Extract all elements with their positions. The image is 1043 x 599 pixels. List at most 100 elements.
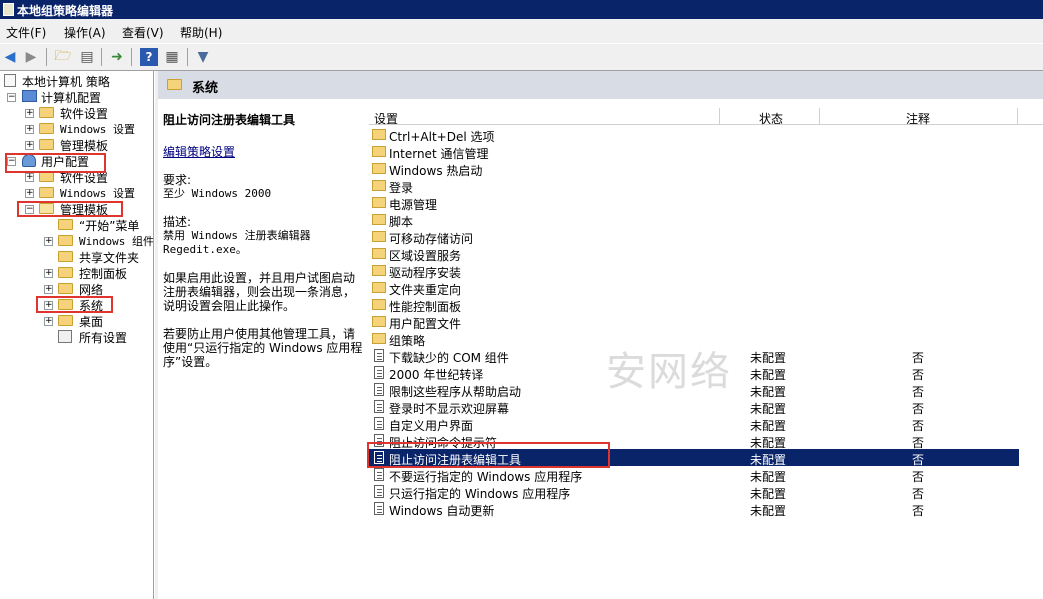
tree-label: 计算机配置 xyxy=(41,91,102,105)
list-item-policy[interactable]: 登录时不显示欢迎屏幕 未配置否 xyxy=(369,398,1019,416)
tree-label: 软件设置 xyxy=(60,107,109,121)
collapse-icon[interactable]: − xyxy=(25,205,34,214)
folder-icon xyxy=(372,197,386,208)
tree-label: 所有设置 xyxy=(79,331,128,345)
folder-icon xyxy=(372,316,386,327)
list-item-folder[interactable]: Windows 热启动 xyxy=(369,160,1019,178)
toolbar-separator xyxy=(101,48,102,66)
user-icon xyxy=(22,154,36,167)
list-item-folder[interactable]: 电源管理 xyxy=(369,194,1019,212)
policy-setting-icon xyxy=(374,451,384,464)
expand-icon[interactable]: + xyxy=(25,109,34,118)
description-line-2: Regedit.exe。 xyxy=(163,243,247,256)
tree-label: 共享文件夹 xyxy=(79,251,140,265)
help-icon[interactable]: ? xyxy=(140,48,158,66)
expand-icon[interactable]: + xyxy=(44,269,53,278)
properties-icon[interactable]: ▦ xyxy=(163,48,181,66)
folder-icon xyxy=(372,146,386,157)
policy-setting-icon xyxy=(374,417,384,430)
policy-setting-icon xyxy=(374,383,384,396)
policy-setting-icon xyxy=(374,400,384,413)
list-item-folder[interactable]: Internet 通信管理 xyxy=(369,143,1019,161)
list-item-policy[interactable]: 自定义用户界面 未配置否 xyxy=(369,415,1019,433)
requirements-label: 要求: xyxy=(163,173,192,187)
computer-icon xyxy=(22,90,37,102)
folder-icon xyxy=(39,171,54,182)
list-item-policy[interactable]: 阻止访问命令提示符 未配置否 xyxy=(369,432,1019,450)
tree-label: 软件设置 xyxy=(60,171,109,185)
column-header-state[interactable]: 状态 xyxy=(759,110,783,127)
item-state: 未配置 xyxy=(750,504,787,518)
collapse-icon[interactable]: − xyxy=(7,93,16,102)
tree-pane[interactable]: 本地计算机 策略 − 计算机配置 + 软件设置 + Windows 设置 + 管… xyxy=(0,71,154,599)
description-paragraph-2: 若要防止用户使用其他管理工具，请使用“只运行指定的 Windows 应用程序”设… xyxy=(163,327,363,369)
list-item-folder[interactable]: 登录 xyxy=(369,177,1019,195)
expand-icon[interactable]: + xyxy=(25,173,34,182)
list-item-folder[interactable]: 可移动存储访问 xyxy=(369,228,1019,246)
panel-title: 系统 xyxy=(192,81,219,96)
title-bar: 本地组策略编辑器 xyxy=(0,0,1043,19)
menu-help[interactable]: 帮助(H) xyxy=(180,24,222,41)
policy-setting-icon xyxy=(374,434,384,447)
expand-icon[interactable]: + xyxy=(44,301,53,310)
folder-icon xyxy=(58,283,73,294)
folder-icon xyxy=(372,231,386,242)
folder-icon xyxy=(39,107,54,118)
description-label: 描述: xyxy=(163,215,192,229)
folder-icon xyxy=(372,282,386,293)
export-list-icon[interactable]: ➜ xyxy=(108,48,126,66)
edit-policy-link[interactable]: 编辑策略设置 xyxy=(163,145,363,159)
list-item-folder[interactable]: 性能控制面板 xyxy=(369,296,1019,314)
expand-icon[interactable]: + xyxy=(25,141,34,150)
menu-view[interactable]: 查看(V) xyxy=(122,24,164,41)
list-item-folder[interactable]: 用户配置文件 xyxy=(369,313,1019,331)
policy-setting-icon xyxy=(374,485,384,498)
back-icon[interactable]: ◀ xyxy=(1,48,19,66)
list-item-policy[interactable]: Windows 自动更新 未配置 否 xyxy=(369,500,1019,518)
list-item-policy[interactable]: 只运行指定的 Windows 应用程序 未配置否 xyxy=(369,483,1019,501)
list-item-folder[interactable]: 文件夹重定向 xyxy=(369,279,1019,297)
folder-icon xyxy=(372,333,386,344)
tree-label: Windows 设置 xyxy=(60,123,135,136)
forward-icon[interactable]: ▶ xyxy=(22,48,40,66)
all-settings-icon xyxy=(58,330,72,343)
list-item-folder[interactable]: Ctrl+Alt+Del 选项 xyxy=(369,126,1019,144)
expand-icon[interactable]: + xyxy=(44,285,53,294)
menu-action[interactable]: 操作(A) xyxy=(64,24,106,41)
column-divider[interactable] xyxy=(1017,108,1018,125)
expand-icon[interactable]: + xyxy=(25,189,34,198)
list-item-folder[interactable]: 区域设置服务 xyxy=(369,245,1019,263)
expand-icon[interactable]: + xyxy=(25,125,34,134)
open-folder-icon xyxy=(39,203,54,214)
folder-icon xyxy=(372,214,386,225)
folder-icon xyxy=(372,129,386,140)
collapse-icon[interactable]: − xyxy=(7,157,16,166)
list-item-policy[interactable]: 不要运行指定的 Windows 应用程序 未配置否 xyxy=(369,466,1019,484)
tree-label: 网络 xyxy=(79,283,104,297)
list-header: 设置 状态 注释 xyxy=(369,108,1043,127)
toolbar: ◀ ▶ 🗁 ▤ ➜ ? ▦ ▼ xyxy=(0,43,1043,71)
expand-icon[interactable]: + xyxy=(44,317,53,326)
up-folder-icon[interactable]: 🗁 xyxy=(54,48,72,66)
show-hide-tree-icon[interactable]: ▤ xyxy=(78,48,96,66)
column-divider[interactable] xyxy=(819,108,820,125)
tree-label: 管理模板 xyxy=(60,203,109,217)
list-item-folder[interactable]: 驱动程序安装 xyxy=(369,262,1019,280)
folder-icon xyxy=(372,299,386,310)
column-header-comment[interactable]: 注释 xyxy=(906,110,930,127)
list-item-policy[interactable]: 阻止访问注册表编辑工具 未配置否 xyxy=(369,449,1019,467)
folder-icon xyxy=(58,219,73,230)
folder-icon xyxy=(58,299,73,310)
expand-icon[interactable]: + xyxy=(44,237,53,246)
menu-file[interactable]: 文件(F) xyxy=(6,24,46,41)
policy-setting-icon xyxy=(374,502,384,515)
list-item-folder[interactable]: 脚本 xyxy=(369,211,1019,229)
column-divider[interactable] xyxy=(719,108,720,125)
column-header-setting[interactable]: 设置 xyxy=(374,110,398,127)
policy-title: 阻止访问注册表编辑工具 xyxy=(163,113,296,127)
details-pane: 系统 阻止访问注册表编辑工具 编辑策略设置 要求: 至少 Windows 200… xyxy=(158,71,1043,599)
policy-doc-icon xyxy=(4,74,16,87)
filter-icon[interactable]: ▼ xyxy=(194,48,212,66)
policy-setting-icon xyxy=(374,366,384,379)
folder-icon xyxy=(58,235,73,246)
